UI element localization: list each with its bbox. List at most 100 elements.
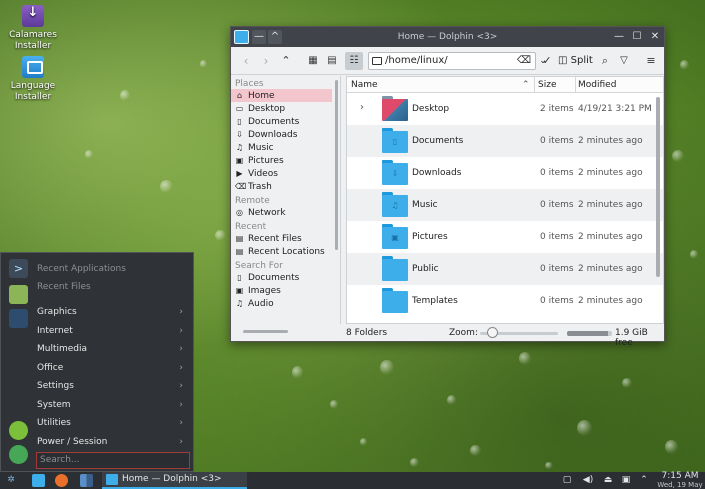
settings-icon[interactable] bbox=[9, 309, 28, 328]
terminal-icon[interactable]: > bbox=[9, 259, 28, 278]
file-row-documents[interactable]: ▯ Documents 0 items 2 minutes ago bbox=[347, 125, 663, 157]
up-button[interactable]: ⌃ bbox=[277, 52, 295, 70]
category-office[interactable]: Office › bbox=[34, 359, 193, 378]
expand-chevron-icon[interactable]: › bbox=[360, 102, 364, 113]
maximize-button[interactable]: ☐ bbox=[630, 30, 644, 44]
column-separator[interactable] bbox=[534, 77, 535, 93]
file-name: Downloads bbox=[412, 168, 462, 178]
file-row-music[interactable]: ♫ Music 0 items 2 minutes ago bbox=[347, 189, 663, 221]
application-launcher: > Recent Applications Recent Files Graph… bbox=[0, 252, 194, 472]
places-item-network[interactable]: ◎ Network bbox=[231, 206, 340, 219]
hamburger-menu-button[interactable]: ≡ bbox=[642, 52, 660, 70]
details-view-button[interactable]: ☷ bbox=[345, 52, 363, 70]
places-item-label: Recent Files bbox=[248, 234, 302, 244]
column-size[interactable]: Size bbox=[538, 80, 556, 90]
confirm-location-button[interactable]: ✓ bbox=[538, 52, 556, 70]
zoom-slider-handle[interactable] bbox=[486, 327, 498, 338]
places-item-search-audio[interactable]: ♫ Audio bbox=[231, 297, 340, 310]
clipboard-icon[interactable]: ▢ bbox=[561, 474, 573, 486]
category-power-session[interactable]: Power / Session › bbox=[34, 433, 193, 452]
firefox-icon[interactable] bbox=[55, 474, 68, 487]
places-item-downloads[interactable]: ⇩ Downloads bbox=[231, 128, 340, 141]
places-item-recent-files[interactable]: ▤ Recent Files bbox=[231, 232, 340, 245]
task-dolphin[interactable]: Home — Dolphin <3> bbox=[102, 472, 247, 489]
places-item-desktop[interactable]: ▭ Desktop bbox=[231, 102, 340, 115]
templates-folder-icon bbox=[382, 288, 408, 313]
tray-expand-icon[interactable]: ⌃ bbox=[638, 474, 650, 486]
sort-chevron-icon[interactable]: ⌃ bbox=[522, 80, 530, 90]
close-button[interactable]: ✕ bbox=[648, 30, 662, 44]
chevron-right-icon: › bbox=[179, 307, 183, 317]
file-row-pictures[interactable]: ▣ Pictures 0 items 2 minutes ago bbox=[347, 221, 663, 253]
minimize-button[interactable]: — bbox=[612, 30, 626, 44]
recent-files[interactable]: Recent Files bbox=[34, 278, 193, 296]
desktop-icon-language[interactable]: Language Installer bbox=[0, 56, 66, 103]
compact-view-button[interactable]: ▤ bbox=[323, 52, 341, 70]
split-button[interactable]: ◫ Split bbox=[558, 52, 593, 70]
desktop-icon-label: Calamares bbox=[9, 30, 57, 40]
column-modified[interactable]: Modified bbox=[578, 80, 616, 90]
search-button[interactable]: ⌕ bbox=[596, 52, 614, 70]
category-label: Internet bbox=[37, 325, 73, 336]
places-item-home[interactable]: ⌂ Home bbox=[231, 89, 332, 102]
document-icon: ▯ bbox=[237, 117, 242, 126]
pager-icon[interactable] bbox=[80, 474, 93, 487]
column-separator[interactable] bbox=[575, 77, 576, 93]
file-row-public[interactable]: Public 0 items 2 minutes ago bbox=[347, 253, 663, 285]
category-multimedia[interactable]: Multimedia › bbox=[34, 340, 193, 359]
volume-icon[interactable]: ◀) bbox=[582, 474, 594, 486]
chevron-right-icon: › bbox=[179, 399, 183, 410]
chevron-right-icon: › bbox=[179, 325, 183, 336]
places-scrollbar[interactable] bbox=[335, 80, 338, 250]
desktop-icon-label: Language bbox=[10, 81, 56, 91]
start-menu-icon[interactable]: ✲ bbox=[3, 473, 19, 488]
file-name: Public bbox=[412, 264, 439, 274]
file-row-downloads[interactable]: ⇩ Downloads 0 items 2 minutes ago bbox=[347, 157, 663, 189]
clock[interactable]: 7:15 AM Wed, 19 May bbox=[655, 472, 705, 489]
downloads-folder-icon: ⇩ bbox=[382, 160, 408, 185]
places-item-pictures[interactable]: ▣ Pictures bbox=[231, 154, 340, 167]
places-item-search-images[interactable]: ▣ Images bbox=[231, 284, 340, 297]
category-graphics[interactable]: Graphics › bbox=[34, 303, 193, 322]
file-modified: 2 minutes ago bbox=[578, 168, 643, 178]
window-titlebar[interactable]: — ^ Home — Dolphin <3> — ☐ ✕ bbox=[231, 27, 664, 47]
file-view-scrollbar[interactable] bbox=[656, 97, 660, 277]
file-manager-launch-icon[interactable] bbox=[32, 474, 45, 487]
category-settings[interactable]: Settings › bbox=[34, 377, 193, 396]
column-header: Name ⌃ Size Modified bbox=[347, 77, 663, 93]
filter-button[interactable]: ▽ bbox=[615, 52, 633, 70]
file-name: Templates bbox=[412, 296, 458, 306]
desktop-icon-label: Installer bbox=[14, 41, 52, 51]
places-item-label: Network bbox=[248, 208, 286, 218]
places-item-videos[interactable]: ▶ Videos bbox=[231, 167, 340, 180]
public-folder-icon bbox=[382, 256, 408, 281]
forward-button[interactable]: › bbox=[257, 52, 275, 70]
notifications-icon[interactable]: ▣ bbox=[620, 474, 632, 486]
category-system[interactable]: System › bbox=[34, 396, 193, 415]
clear-location-icon[interactable]: ⌫ bbox=[517, 53, 531, 69]
column-name[interactable]: Name bbox=[351, 80, 378, 90]
icons-view-button[interactable]: ▦ bbox=[304, 52, 322, 70]
file-size: 0 items bbox=[540, 136, 574, 146]
file-row-desktop[interactable]: › Desktop 2 items 4/19/21 3:21 PM bbox=[347, 93, 663, 125]
back-button[interactable]: ‹ bbox=[237, 52, 255, 70]
launcher-search-input[interactable]: Search... bbox=[36, 452, 190, 469]
file-row-templates[interactable]: Templates 0 items 2 minutes ago bbox=[347, 285, 663, 317]
location-bar[interactable]: /home/linux/ ⌫ bbox=[368, 52, 536, 70]
places-item-trash[interactable]: ⌫ Trash bbox=[231, 180, 340, 193]
eject-icon[interactable]: ⏏ bbox=[602, 474, 614, 486]
recent-applications[interactable]: Recent Applications bbox=[34, 260, 193, 278]
places-item-recent-locations[interactable]: ▤ Recent Locations bbox=[231, 245, 340, 258]
file-size: 0 items bbox=[540, 264, 574, 274]
places-item-music[interactable]: ♫ Music bbox=[231, 141, 340, 154]
restart-icon[interactable] bbox=[9, 445, 28, 464]
places-item-label: Home bbox=[248, 91, 275, 101]
places-item-documents[interactable]: ▯ Documents bbox=[231, 115, 340, 128]
logout-icon[interactable] bbox=[9, 421, 28, 440]
desktop-icon-calamares[interactable]: Calamares Installer bbox=[0, 5, 66, 52]
clock-time: 7:15 AM bbox=[661, 471, 699, 481]
installer-icon[interactable] bbox=[9, 285, 28, 304]
places-item-search-documents[interactable]: ▯ Documents bbox=[231, 271, 340, 284]
category-internet[interactable]: Internet › bbox=[34, 322, 193, 341]
category-utilities[interactable]: Utilities › bbox=[34, 414, 193, 433]
